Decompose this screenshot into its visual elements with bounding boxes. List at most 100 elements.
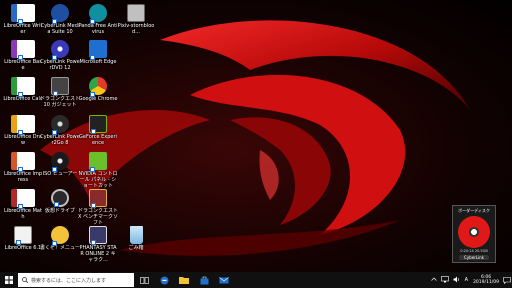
taskbar: 検索するには、ここに入力します A 6:06 2019/11/09 [0, 272, 512, 288]
edge-icon [160, 276, 168, 284]
desktop-icon-microsoft-edge[interactable]: Microsoft Edge [78, 40, 118, 65]
desktop-icon-libreoffice-calc[interactable]: LibreOffice Calc [3, 77, 43, 102]
task-view-button[interactable] [134, 272, 154, 288]
pixiv-icon [127, 4, 145, 22]
virtual-drive-icon [51, 189, 69, 207]
desktop-icon-cyberlink-media-suite[interactable]: CyberLink Media Suite 10 [40, 4, 80, 35]
start-button[interactable] [0, 272, 18, 288]
shortcut-arrow-icon [18, 204, 23, 209]
desktop-icon-nvidia-control-panel[interactable]: NVIDIA コントロール パネル - ショートカット [78, 152, 118, 189]
nvidia-control-panel-icon [89, 152, 107, 172]
network-icon [440, 275, 449, 282]
desktop-icon-pso2[interactable]: PHANTASY STAR ONLINE 2 キャラク... [78, 226, 118, 263]
dragon-quest-gadget-icon [51, 77, 69, 96]
geforce-experience-icon [89, 115, 107, 134]
desktop-icon-label: Panda Free Antivirus [78, 23, 118, 35]
taskbar-edge[interactable] [154, 272, 174, 288]
desktop-icon-power2go[interactable]: CyberLink Power2Go 8 [40, 115, 80, 146]
shortcut-arrow-icon [91, 240, 96, 245]
desktop-icon-label: LibreOffice Calc [3, 96, 43, 102]
taskbar-file-explorer[interactable] [174, 272, 194, 288]
desktop-icon-label: Pixiv-stornblood... [117, 23, 155, 35]
desktop-icon-libreoffice-draw[interactable]: LibreOffice Draw [3, 115, 43, 146]
shortcut-arrow-icon [90, 92, 95, 97]
desktop-icon-powerdvd[interactable]: CyberLink PowerDVD 12 [40, 40, 80, 71]
cyberlink-media-suite-icon [51, 4, 69, 24]
disc-gadget[interactable]: ボーダーディスク 0:20:14 20.5GB CyberLink [452, 205, 496, 263]
chrome-icon [89, 77, 107, 97]
iso-viewer-icon [51, 152, 69, 172]
shortcut-arrow-icon [18, 92, 23, 97]
desktop-icon-label: CyberLink PowerDVD 12 [40, 59, 80, 71]
shortcut-arrow-icon [16, 240, 21, 245]
desktop-icon-label: LibreOffice 6.1 [4, 245, 42, 251]
desktop-icon-libreoffice-base[interactable]: LibreOffice Base [3, 40, 43, 71]
taskbar-search-box[interactable]: 検索するには、ここに入力します [18, 273, 134, 287]
shortcut-arrow-icon [18, 130, 23, 135]
folder-icon [179, 277, 189, 284]
desktop-icon-geforce-experience[interactable]: GeForce Experience [78, 115, 118, 146]
mail-icon [219, 276, 229, 283]
desktop-icon-label: LibreOffice Writer [3, 23, 43, 35]
desktop-icon-pixiv-file[interactable]: Pixiv-stornblood... [116, 4, 156, 35]
taskbar-store[interactable] [194, 272, 214, 288]
desktop-icon-label: CyberLink Power2Go 8 [40, 134, 80, 146]
desktop-icon-label: ISO ビューアー [42, 171, 78, 177]
desktop-icon-libreoffice[interactable]: LibreOffice 6.1 [3, 226, 43, 251]
show-hidden-icons-button[interactable] [430, 277, 437, 283]
shortcut-arrow-icon [90, 19, 95, 24]
power2go-icon [51, 115, 69, 135]
desktop-icon-label: Microsoft Edge [79, 59, 117, 65]
edge-icon [89, 40, 107, 60]
desktop-icon-label: LibreOffice Math [4, 208, 42, 220]
gadget-brand: CyberLink [459, 255, 489, 260]
shortcut-arrow-icon [18, 19, 23, 24]
desktop-icon-libreoffice-impress[interactable]: LibreOffice Impress [3, 152, 43, 183]
search-placeholder: 検索するには、ここに入力します [31, 277, 107, 284]
ime-indicator[interactable]: A [465, 277, 468, 283]
network-button[interactable] [440, 275, 449, 285]
panda-antivirus-icon [89, 4, 107, 24]
desktop-icon-label: ドラゴンクエスト10 ガジェット [40, 96, 81, 108]
shortcut-arrow-icon [52, 19, 57, 24]
desktop-icon-virtual-drive[interactable]: 仮想ドライブ [40, 189, 80, 214]
calc-icon [11, 77, 35, 97]
desktop-icon-iso-viewer[interactable]: ISO ビューアー [40, 152, 80, 177]
search-icon [22, 277, 28, 283]
desktop-icon-libreoffice-writer[interactable]: LibreOffice Writer [3, 4, 43, 35]
shortcut-arrow-icon [52, 55, 57, 60]
gadget-title: ボーダーディスク [458, 208, 490, 213]
shortcut-arrow-icon [52, 241, 57, 246]
desktop-icon-label: Google Chrome [78, 96, 118, 102]
draw-icon [11, 115, 35, 135]
desktop-icon-dragon-quest-gadget[interactable]: ドラゴンクエスト10 ガジェット [40, 77, 80, 108]
math-icon [11, 189, 35, 209]
desktop-icon-google-chrome[interactable]: Google Chrome [78, 77, 118, 102]
desktop-icon-libreoffice-math[interactable]: LibreOffice Math [3, 189, 43, 220]
shortcut-arrow-icon [91, 129, 96, 134]
desktop-icon-label: ドラゴンクエストX ベンチマークソフト [78, 208, 119, 226]
dqx-benchmark-icon [89, 189, 107, 208]
taskbar-clock[interactable]: 6:06 2019/11/09 [473, 275, 499, 285]
write-menu-icon [51, 226, 69, 246]
powerdvd-icon [51, 40, 69, 60]
desktop-icon-label: ごみ箱 [128, 245, 144, 251]
recycle-bin-icon [129, 226, 143, 244]
libreoffice-icon [14, 226, 32, 245]
shortcut-arrow-icon [18, 55, 23, 60]
desktop-icon-label: 仮想ドライブ [44, 208, 75, 214]
desktop-icon-label: 書くぞ！メニュー [40, 245, 81, 251]
desktop-icon-dqx-benchmark[interactable]: ドラゴンクエストX ベンチマークソフト [78, 189, 118, 226]
action-center-button[interactable] [502, 272, 512, 288]
desktop-icon-label: PHANTASY STAR ONLINE 2 キャラク... [79, 245, 117, 263]
desktop-icon-label: CyberLink Media Suite 10 [40, 23, 80, 35]
shortcut-arrow-icon [53, 91, 58, 96]
taskbar-mail[interactable] [214, 272, 234, 288]
notification-icon [503, 276, 511, 284]
desktop-icon-write-menu[interactable]: 書くぞ！メニュー [40, 226, 80, 251]
desktop-icon-panda-antivirus[interactable]: Panda Free Antivirus [78, 4, 118, 35]
windows-logo-icon [5, 276, 13, 284]
volume-button[interactable] [453, 276, 461, 285]
desktop-icon-recycle-bin[interactable]: ごみ箱 [116, 226, 156, 251]
shortcut-arrow-icon [54, 202, 59, 207]
